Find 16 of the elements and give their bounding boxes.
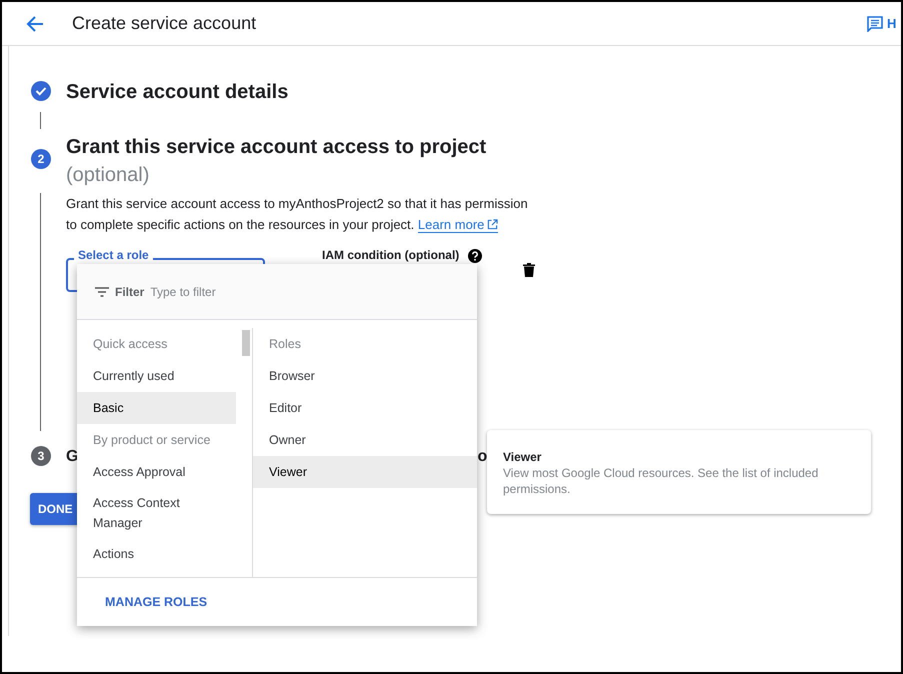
roles-header: Roles (268, 336, 302, 353)
role-description: View most Google Cloud resources. See the list of included permissions. (503, 465, 820, 497)
step-title: Service account details (66, 80, 288, 105)
filter-label: Filter (115, 284, 144, 298)
page-title: Create service account (72, 13, 256, 34)
step-subtitle: (optional) (66, 163, 150, 188)
category-header: By product or service (92, 432, 212, 449)
role-title: Viewer (503, 449, 542, 465)
iam-condition-label: IAM condition (optional) (322, 249, 460, 262)
step-title-fragment: o (477, 447, 488, 467)
step-title: Grant this service account access to project (66, 135, 486, 160)
step-number: 3 (31, 446, 51, 466)
description-text: Grant this service account access to myAnthosProject2 so that it has permission to complete specific actions on the resources in your project. Learn more (66, 195, 529, 235)
step-title: G (66, 447, 78, 467)
category-header: Quick access (92, 336, 168, 353)
step-number: 2 (31, 149, 51, 169)
